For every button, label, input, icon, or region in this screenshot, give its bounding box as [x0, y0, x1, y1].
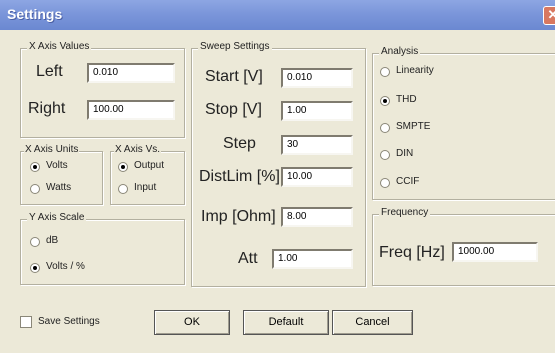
left-value-input[interactable]: 0.010 [87, 63, 175, 83]
input-label: Input [134, 182, 157, 193]
volts-radio[interactable] [30, 162, 40, 172]
analysis-title: Analysis [379, 46, 421, 57]
cancel-button[interactable]: Cancel [332, 310, 413, 335]
watts-label: Watts [46, 182, 72, 193]
close-button[interactable]: ✕ [543, 6, 555, 25]
x-axis-units-title: X Axis Units [24, 144, 80, 155]
right-value-input[interactable]: 100.00 [87, 100, 175, 120]
freq-input[interactable]: 1000.00 [452, 242, 538, 262]
imp-input[interactable]: 8.00 [281, 207, 353, 227]
start-label: Start [V] [205, 68, 263, 85]
din-radio[interactable] [380, 150, 390, 160]
x-axis-vs-title: X Axis Vs. [114, 144, 162, 155]
left-label: Left [36, 63, 63, 80]
din-label: DIN [396, 148, 414, 159]
x-axis-values-group: X Axis Values [20, 41, 185, 138]
linearity-label: Linearity [396, 65, 434, 76]
att-input[interactable]: 1.00 [272, 249, 353, 269]
freq-label: Freq [Hz] [379, 244, 445, 261]
x-axis-values-title: X Axis Values [27, 41, 92, 52]
output-radio[interactable] [118, 162, 128, 172]
ok-button[interactable]: OK [154, 310, 230, 335]
settings-dialog: Settings ✕ X Axis Values Left 0.010 Righ… [0, 0, 555, 353]
thd-label: THD [396, 94, 417, 105]
right-label: Right [28, 100, 66, 117]
att-label: Att [238, 250, 258, 267]
y-axis-scale-group: Y Axis Scale [20, 212, 185, 285]
stop-input[interactable]: 1.00 [281, 101, 353, 121]
db-radio[interactable] [30, 237, 40, 247]
distlim-label: DistLim [%] [199, 168, 280, 185]
step-input[interactable]: 30 [281, 135, 353, 155]
save-settings-checkbox[interactable] [20, 316, 32, 328]
save-settings-label: Save Settings [38, 316, 100, 327]
distlim-input[interactable]: 10.00 [281, 167, 353, 187]
volts-percent-radio[interactable] [30, 263, 40, 273]
linearity-radio[interactable] [380, 67, 390, 77]
watts-radio[interactable] [30, 184, 40, 194]
window-title: Settings [7, 6, 63, 22]
frequency-title: Frequency [379, 207, 431, 218]
volts-label: Volts [46, 160, 68, 171]
smpte-radio[interactable] [380, 123, 390, 133]
thd-radio[interactable] [380, 96, 390, 106]
sweep-settings-title: Sweep Settings [198, 41, 272, 52]
input-radio[interactable] [118, 184, 128, 194]
imp-label: Imp [Ohm] [201, 208, 276, 225]
step-label: Step [223, 135, 256, 152]
title-bar[interactable]: Settings ✕ [0, 0, 555, 30]
ccif-label: CCIF [396, 176, 420, 187]
default-button[interactable]: Default [243, 310, 329, 335]
db-label: dB [46, 235, 59, 246]
stop-label: Stop [V] [205, 101, 262, 118]
y-axis-scale-title: Y Axis Scale [27, 212, 87, 223]
volts-percent-label: Volts / % [46, 261, 85, 272]
output-label: Output [134, 160, 165, 171]
start-input[interactable]: 0.010 [281, 68, 353, 88]
ccif-radio[interactable] [380, 178, 390, 188]
smpte-label: SMPTE [396, 121, 431, 132]
